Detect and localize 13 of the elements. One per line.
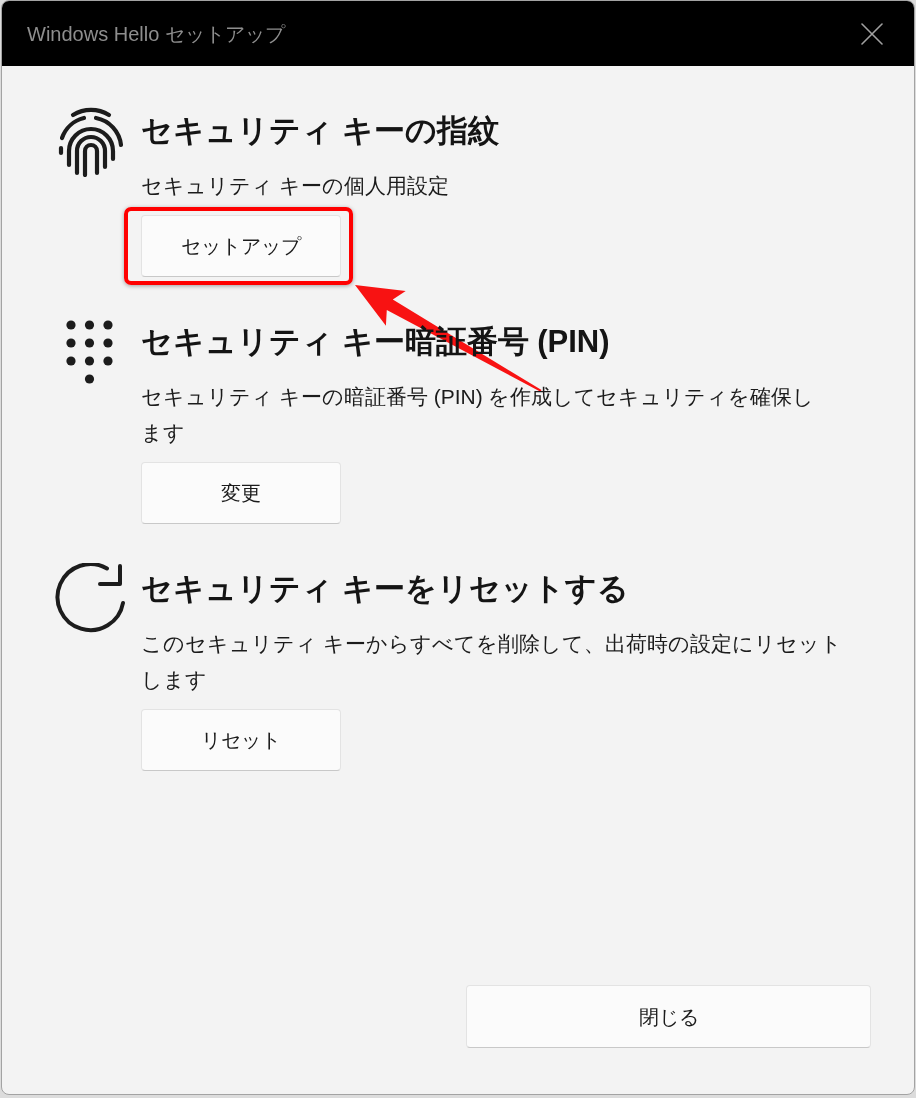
keypad-dots-icon <box>66 320 113 384</box>
setup-button[interactable]: セットアップ <box>141 215 341 277</box>
reset-button[interactable]: リセット <box>141 709 341 771</box>
section-description: セキュリティ キーの個人用設定 <box>141 173 450 199</box>
section-heading: セキュリティ キーの指紋 <box>141 112 499 150</box>
close-icon <box>861 22 883 45</box>
window-title: Windows Hello セットアップ <box>27 21 285 47</box>
section-description: このセキュリティ キーからすべてを削除して、出荷時の設定にリセットします <box>141 631 843 693</box>
change-button[interactable]: 変更 <box>141 462 341 524</box>
section-description: セキュリティ キーの暗証番号 (PIN) を作成してセキュリティを確保します <box>141 384 816 446</box>
fingerprint-icon <box>57 107 125 177</box>
close-dialog-button[interactable]: 閉じる <box>466 985 871 1048</box>
section-heading: セキュリティ キーをリセットする <box>141 570 629 608</box>
